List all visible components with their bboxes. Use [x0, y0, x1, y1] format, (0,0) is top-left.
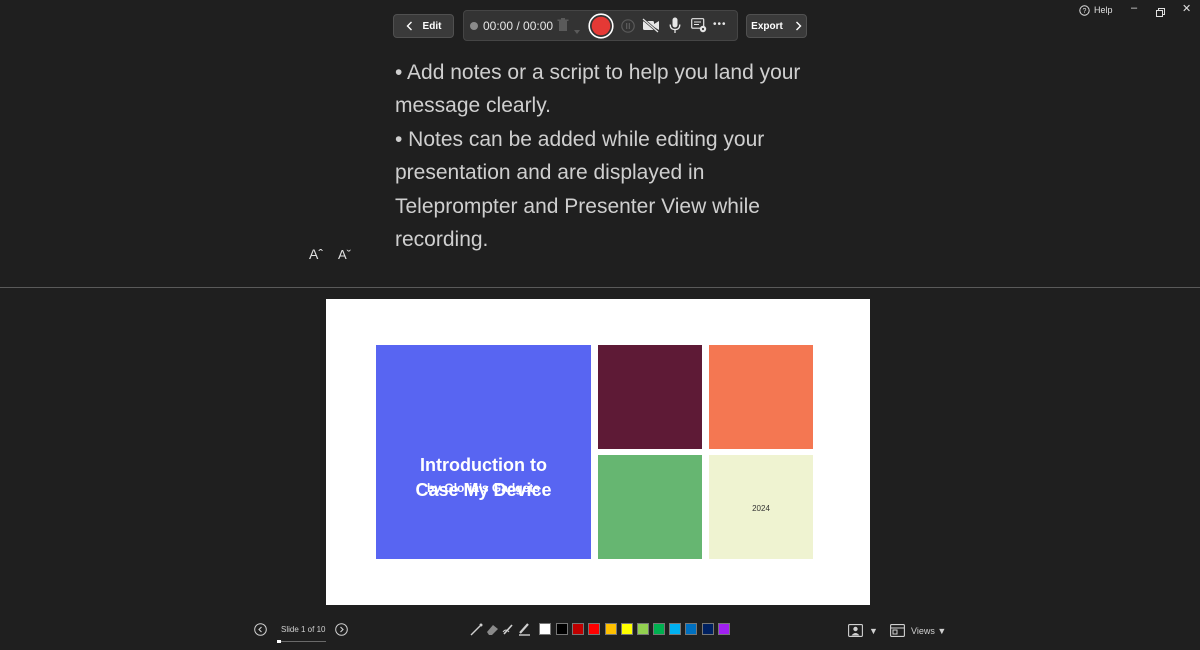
pause-icon[interactable]: [621, 19, 635, 38]
svg-text:?: ?: [1083, 8, 1087, 15]
microphone-icon[interactable]: [669, 17, 681, 39]
camera-layout-icon[interactable]: [848, 624, 863, 642]
tile-bottom-left: [598, 455, 702, 559]
views-label: Views: [911, 626, 935, 636]
views-icon[interactable]: [890, 624, 905, 642]
record-status-dot: [470, 22, 478, 30]
pen-color-swatch[interactable]: [556, 623, 568, 635]
trash-icon[interactable]: [557, 18, 569, 37]
close-button[interactable]: ✕: [1182, 2, 1191, 15]
pen-color-swatch[interactable]: [669, 623, 681, 635]
next-slide-button[interactable]: [335, 623, 348, 641]
pane-divider[interactable]: [0, 287, 1200, 288]
views-caret-icon: ▼: [937, 626, 947, 636]
slide-counter: Slide 1 of 10: [281, 625, 326, 634]
tile-top-left: [598, 345, 702, 449]
recording-timer: 00:00 / 00:00: [483, 19, 554, 33]
camera-off-icon[interactable]: [642, 18, 660, 38]
trash-dropdown-icon[interactable]: [574, 22, 580, 40]
previous-slide-button[interactable]: [254, 623, 267, 641]
minimize-button[interactable]: –: [1131, 2, 1137, 14]
highlighter-icon[interactable]: [518, 622, 531, 641]
slide-subtitle: by Gloria's Gadgets: [427, 481, 540, 495]
pen-color-swatch[interactable]: [685, 623, 697, 635]
export-button[interactable]: Export: [746, 14, 807, 38]
slide-title: Introduction to Case My Device: [376, 453, 591, 503]
slide-progress-thumb[interactable]: [277, 640, 281, 643]
help-button[interactable]: ? Help: [1079, 3, 1113, 17]
pen-color-swatch[interactable]: [653, 623, 665, 635]
tile-bottom-right: 2024: [709, 455, 813, 559]
slide-year: 2024: [752, 504, 770, 513]
restore-icon: [1156, 8, 1165, 17]
teleprompter-notes: • Add notes or a script to help you land…: [395, 56, 815, 256]
pen-color-swatch[interactable]: [702, 623, 714, 635]
title-tile: Introduction to Case My Device by Gloria…: [376, 345, 591, 559]
chevron-right-icon: [795, 21, 802, 31]
eraser-icon[interactable]: [486, 623, 499, 641]
slide-title-line: Introduction to: [420, 455, 547, 475]
pen-color-swatch[interactable]: [572, 623, 584, 635]
help-icon: ?: [1079, 4, 1090, 16]
decrease-font-button[interactable]: Aˇ: [338, 247, 351, 262]
edit-button[interactable]: Edit: [393, 14, 454, 38]
slide-preview: Introduction to Case My Device by Gloria…: [326, 299, 870, 605]
tile-top-right: [709, 345, 813, 449]
pen-color-swatch[interactable]: [718, 623, 730, 635]
pen-color-swatch[interactable]: [621, 623, 633, 635]
laser-pointer-icon[interactable]: [470, 623, 483, 641]
views-button[interactable]: Views ▼: [911, 626, 946, 636]
camera-layout-dropdown[interactable]: ▼: [869, 626, 878, 636]
pen-color-swatch[interactable]: [605, 623, 617, 635]
increase-font-button[interactable]: Aˆ: [309, 246, 323, 262]
pen-icon[interactable]: [502, 623, 516, 641]
help-label: Help: [1094, 5, 1113, 15]
pen-color-swatch[interactable]: [637, 623, 649, 635]
screen-settings-icon[interactable]: [691, 18, 707, 38]
notes-paragraph: • Notes can be added while editing your …: [395, 127, 765, 252]
pen-color-swatch[interactable]: [539, 623, 551, 635]
restore-button[interactable]: [1156, 4, 1165, 22]
edit-label: Edit: [422, 20, 442, 32]
export-label: Export: [751, 20, 783, 32]
chevron-left-icon: [406, 21, 412, 31]
slide-progress-track: [277, 641, 326, 642]
pen-color-swatch[interactable]: [588, 623, 600, 635]
more-options-button[interactable]: •••: [713, 19, 727, 30]
record-button[interactable]: [588, 13, 614, 44]
notes-paragraph: • Add notes or a script to help you land…: [395, 61, 801, 118]
